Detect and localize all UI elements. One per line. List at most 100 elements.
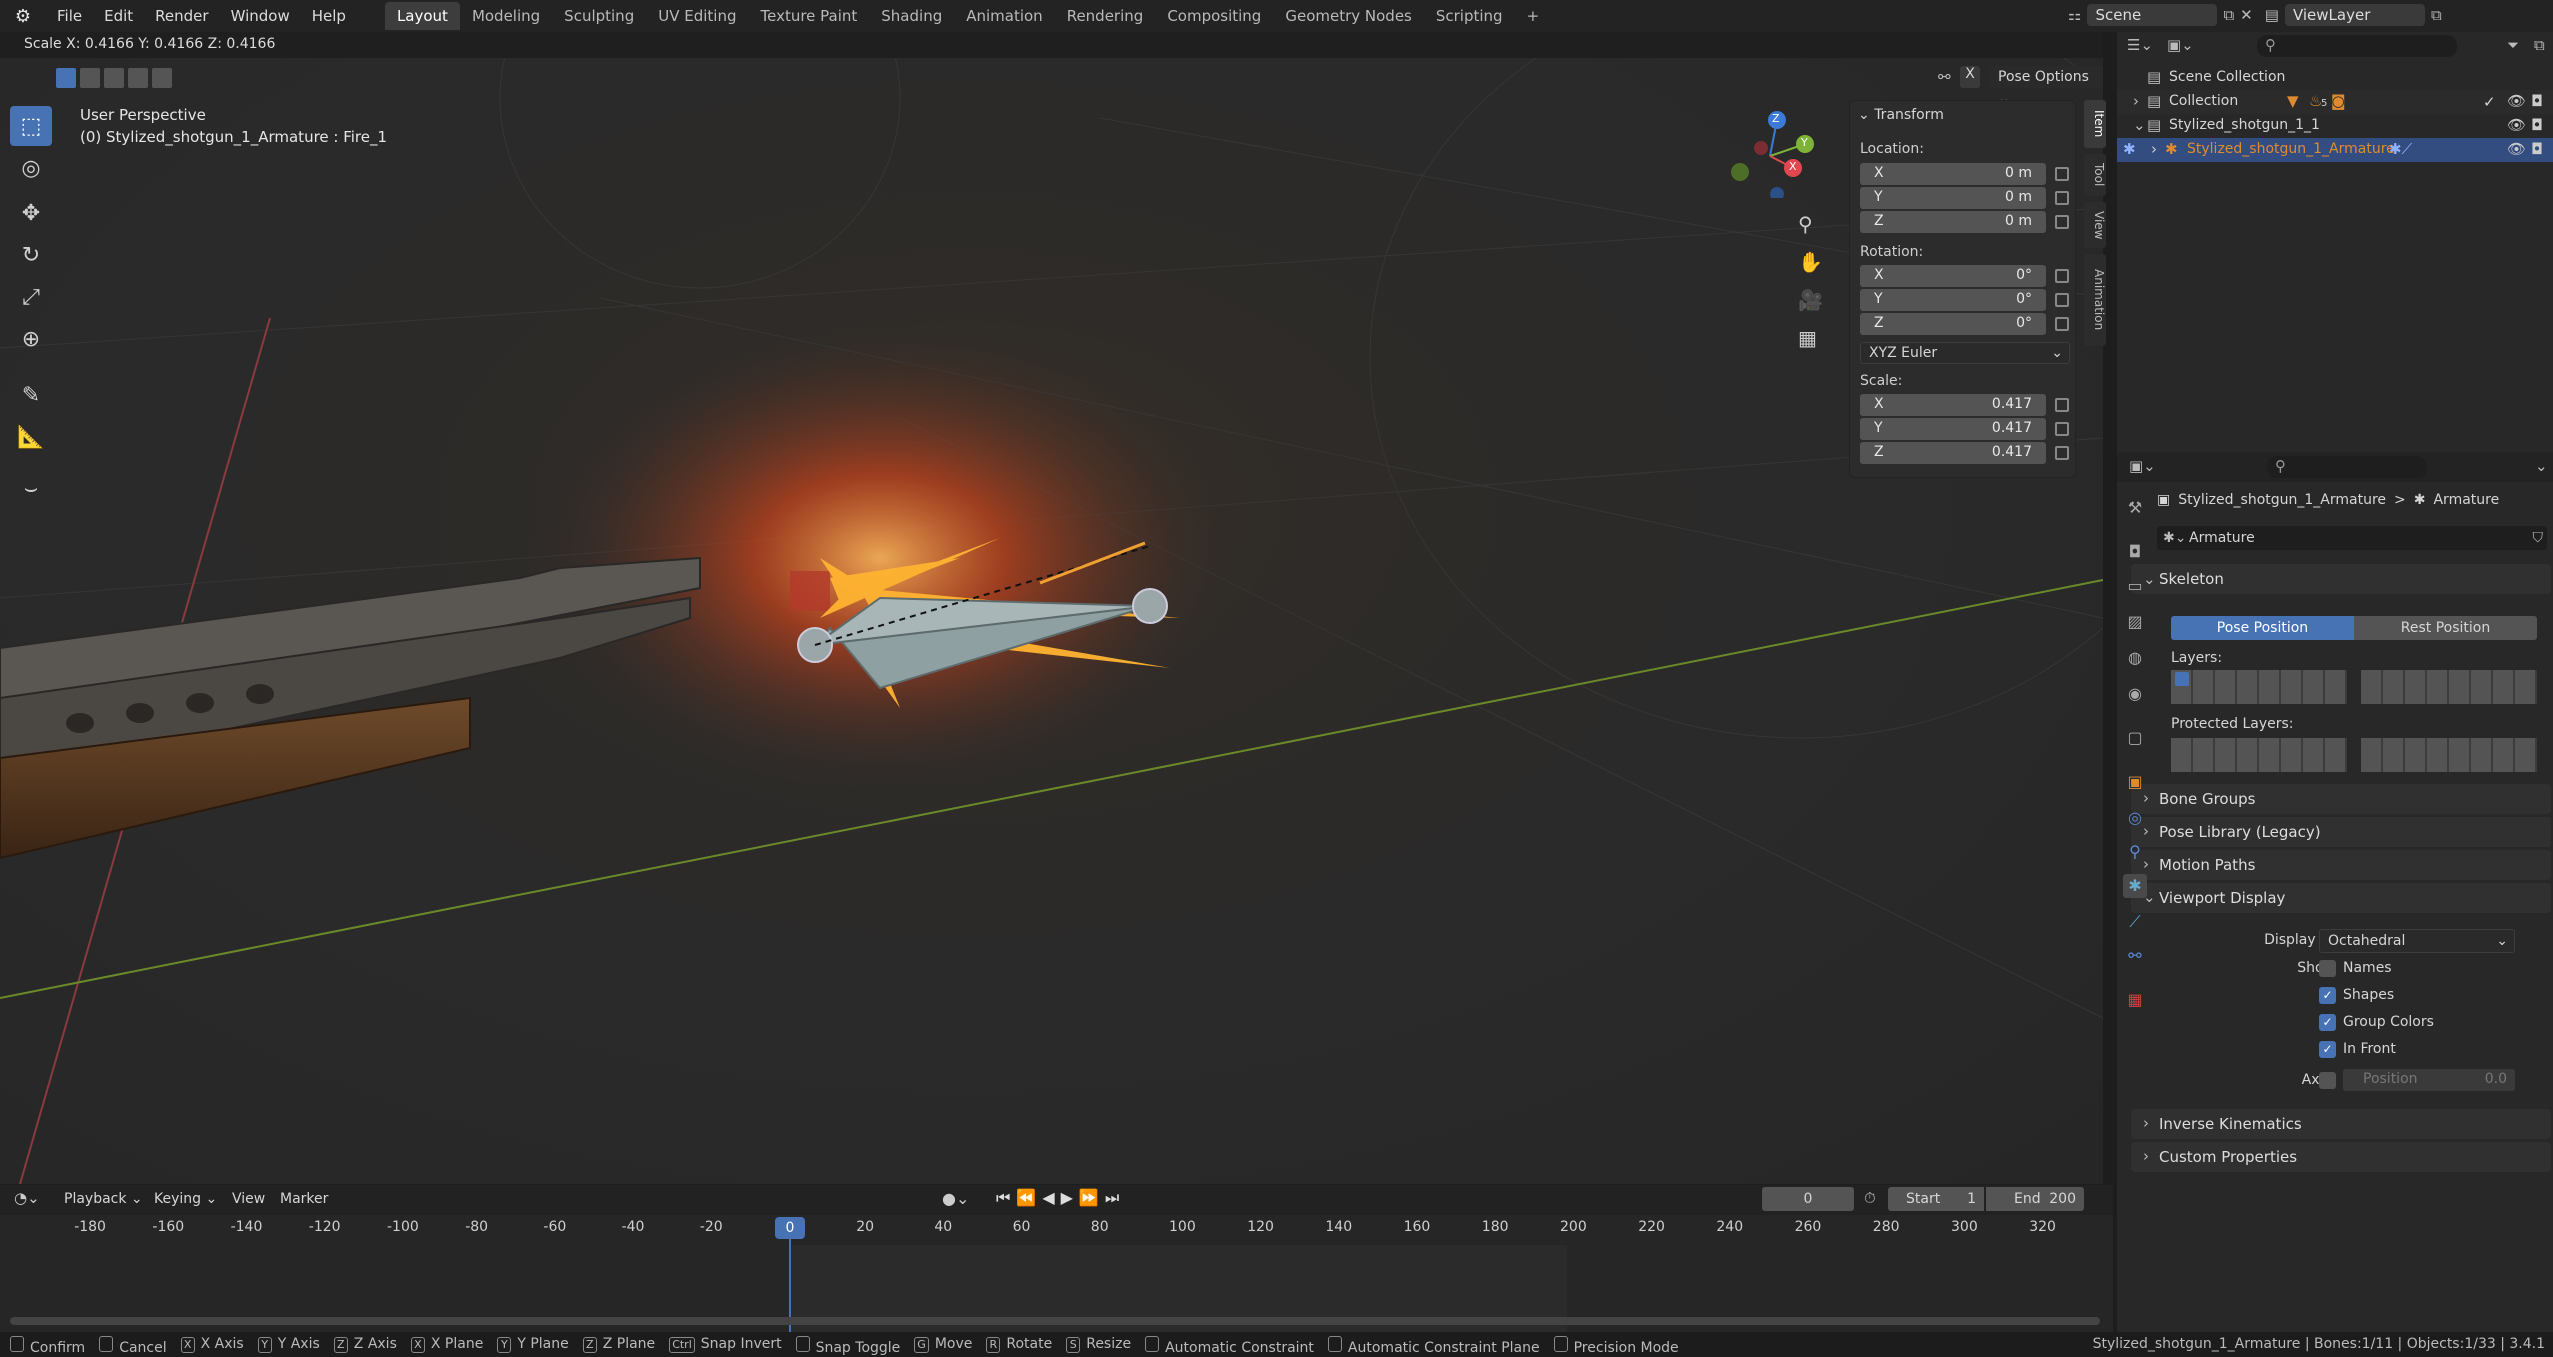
rotation-x-field[interactable]: X 0° [1860, 265, 2046, 287]
render-camera-icon[interactable]: ◘ [2531, 116, 2543, 134]
scale-tool-button[interactable]: ⤢ [10, 277, 52, 317]
chevron-right-icon[interactable]: › [2133, 92, 2139, 110]
tab-tool[interactable]: Tool [2084, 154, 2106, 196]
scene-name-field[interactable]: Scene [2087, 4, 2218, 26]
view-layer-properties-icon[interactable]: ▨ [2123, 610, 2147, 634]
lock-icon[interactable] [2055, 191, 2069, 205]
stopwatch-icon[interactable]: ⏱ [1864, 1189, 1876, 1207]
tab-shading[interactable]: Shading [869, 2, 954, 30]
scene-close-icon[interactable]: ✕ [2240, 6, 2253, 24]
shapes-checkbox[interactable]: ✓ [2319, 987, 2336, 1004]
zoom-icon[interactable]: ⚲ [1798, 212, 1813, 236]
pose-library-panel-header[interactable]: Pose Library (Legacy) [2131, 817, 2551, 847]
timeline-editor-type-icon[interactable]: ◔⌄ [14, 1189, 40, 1207]
timeline-menu-view[interactable]: View [232, 1191, 265, 1207]
rest-position-button[interactable]: Rest Position [2354, 616, 2537, 640]
tab-modeling[interactable]: Modeling [460, 2, 552, 30]
layers-grid-2[interactable] [2361, 670, 2537, 704]
physics-properties-icon[interactable]: ◎ [2123, 806, 2147, 830]
cursor-tool-button[interactable]: ◎ [10, 148, 52, 188]
blender-logo-icon[interactable]: ⚙ [0, 6, 46, 27]
camera-icon[interactable]: 🎥 [1798, 288, 1823, 312]
bone-roll-tool-button[interactable]: ⌣ [10, 468, 52, 508]
view-layer-field[interactable]: ViewLayer [2284, 4, 2425, 26]
pan-hand-icon[interactable]: ✋ [1798, 250, 1823, 274]
select-subtract-icon[interactable] [104, 68, 124, 88]
chevron-right-icon[interactable]: › [2151, 140, 2157, 158]
chevron-down-icon[interactable]: ⌄ [2535, 457, 2548, 475]
lock-icon[interactable] [2055, 446, 2069, 460]
3d-viewport[interactable]: ⬚ ◎ ✥ ↻ ⤢ ⊕ ✎ 📐 ⌣ User Perspective (0) S… [0, 58, 2103, 1184]
protected-layers-grid-2[interactable] [2361, 738, 2537, 772]
viewlayer-icon[interactable]: ▤ [2265, 6, 2279, 24]
menu-file[interactable]: File [46, 0, 93, 32]
select-invert-icon[interactable] [128, 68, 148, 88]
protected-layers-grid[interactable] [2171, 738, 2347, 772]
timeline-scrollbar[interactable] [10, 1317, 2100, 1325]
scene-icon[interactable]: ⚏ [2068, 6, 2081, 24]
ik-panel-header[interactable]: Inverse Kinematics [2131, 1109, 2551, 1139]
viewlayer-new-icon[interactable]: ⧉ [2431, 6, 2442, 24]
tab-scripting[interactable]: Scripting [1424, 2, 1515, 30]
new-collection-icon[interactable]: ⧉ [2534, 36, 2545, 54]
editor-type-icon[interactable]: ▣⌄ [2129, 457, 2156, 475]
armature-data-properties-icon[interactable]: ✱ [2123, 874, 2147, 898]
shield-icon[interactable]: ⛉ [2533, 526, 2544, 550]
bone-properties-icon[interactable]: ⟋ [2123, 910, 2147, 934]
group-colors-checkbox[interactable]: ✓ [2319, 1014, 2336, 1031]
ortho-grid-icon[interactable]: ▦ [1798, 326, 1817, 350]
display-as-dropdown[interactable]: Octahedral ⌄ [2319, 929, 2515, 953]
add-workspace-button[interactable]: + [1515, 2, 1552, 30]
motion-paths-panel-header[interactable]: Motion Paths [2131, 850, 2551, 880]
in-front-checkbox[interactable]: ✓ [2319, 1041, 2336, 1058]
select-new-icon[interactable] [56, 68, 76, 88]
eye-icon[interactable]: 👁 [2507, 116, 2526, 134]
tab-item[interactable]: Item [2084, 100, 2106, 148]
list-item[interactable]: ⌄ ▤ Stylized_shotgun_1_1 👁 ◘ [2117, 114, 2553, 138]
end-frame-field[interactable]: End 200 [1986, 1187, 2084, 1211]
annotate-tool-button[interactable]: ✎ [10, 375, 52, 415]
playback-controls[interactable]: ⏮⏪◀▶⏩⏭ [996, 1188, 1125, 1208]
menu-window[interactable]: Window [220, 0, 301, 32]
menu-help[interactable]: Help [301, 0, 357, 32]
tab-sculpting[interactable]: Sculpting [552, 2, 646, 30]
layers-grid[interactable] [2171, 670, 2347, 704]
collection-properties-icon[interactable]: ▢ [2123, 726, 2147, 750]
object-properties-icon[interactable]: ▣ [2123, 770, 2147, 794]
filter-icon[interactable]: ⏷ [2507, 36, 2519, 54]
select-extend-icon[interactable] [80, 68, 100, 88]
lock-icon[interactable] [2055, 317, 2069, 331]
outliner-editor-type-icon[interactable]: ☰⌄ [2127, 36, 2153, 54]
location-z-field[interactable]: Z 0 m [1860, 211, 2046, 233]
scene-properties-icon[interactable]: ◍ [2123, 646, 2147, 670]
playhead-indicator[interactable]: 0 [775, 1217, 805, 1239]
timeline-ruler[interactable]: -180 -160 -140 -120 -100 -80 -60 -40 -20 0 20 40 60 8… [0, 1215, 2113, 1239]
bone-groups-panel-header[interactable]: Bone Groups [2131, 784, 2551, 814]
eye-icon[interactable]: 👁 [2507, 140, 2526, 158]
lock-icon[interactable] [2055, 293, 2069, 307]
tab-uv-editing[interactable]: UV Editing [646, 2, 748, 30]
tab-geometry-nodes[interactable]: Geometry Nodes [1273, 2, 1424, 30]
properties-search-input[interactable]: ⚲ [2267, 456, 2427, 478]
axes-position-field[interactable]: Position 0.0 [2343, 1069, 2515, 1091]
tool-properties-icon[interactable]: ⚒ [2123, 496, 2147, 520]
menu-render[interactable]: Render [144, 0, 219, 32]
record-icon[interactable]: ●⌄ [942, 1189, 969, 1208]
eye-icon[interactable]: 👁 [2507, 92, 2526, 110]
texture-properties-icon[interactable]: ▦ [2123, 988, 2147, 1012]
rotation-z-field[interactable]: Z 0° [1860, 313, 2046, 335]
pose-position-button[interactable]: Pose Position [2171, 616, 2354, 640]
tab-compositing[interactable]: Compositing [1155, 2, 1273, 30]
scale-x-field[interactable]: X 0.417 [1860, 394, 2046, 416]
timeline-menu-keying[interactable]: Keying ⌄ [154, 1191, 217, 1207]
tab-view[interactable]: View [2084, 202, 2106, 248]
pose-options-dropdown[interactable]: Pose Options ⌄ [1990, 66, 2103, 107]
tab-layout[interactable]: Layout [384, 2, 460, 30]
rotate-tool-button[interactable]: ↻ [10, 235, 52, 275]
transform-tool-button[interactable]: ⊕ [10, 319, 52, 359]
output-properties-icon[interactable]: ▭ [2123, 574, 2147, 598]
snap-icon[interactable]: ⚯ [1938, 68, 1951, 86]
constraints-properties-icon[interactable]: ⚲ [2123, 840, 2147, 864]
scene-new-icon[interactable]: ⧉ [2223, 6, 2234, 24]
tab-animation[interactable]: Animation [954, 2, 1054, 30]
